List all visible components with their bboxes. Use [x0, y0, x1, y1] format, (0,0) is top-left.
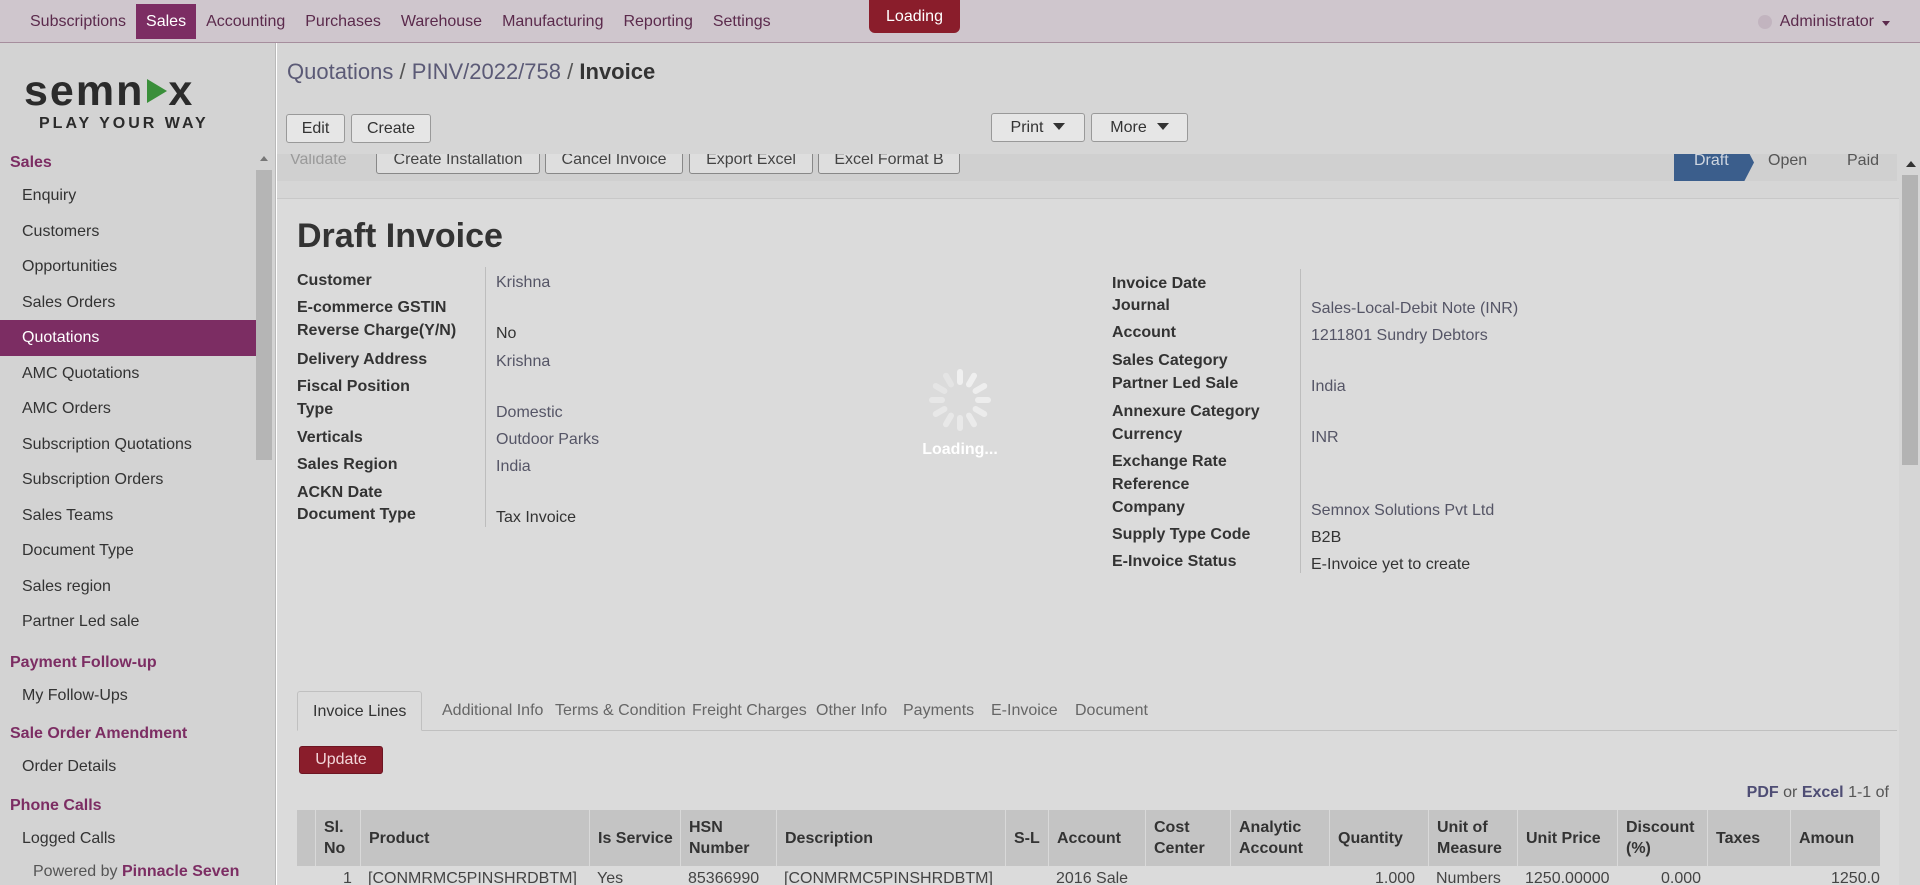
loading-spinner-icon [925, 365, 995, 435]
loading-text: Loading... [922, 441, 998, 458]
loading-overlay: Loading... [0, 0, 1920, 885]
